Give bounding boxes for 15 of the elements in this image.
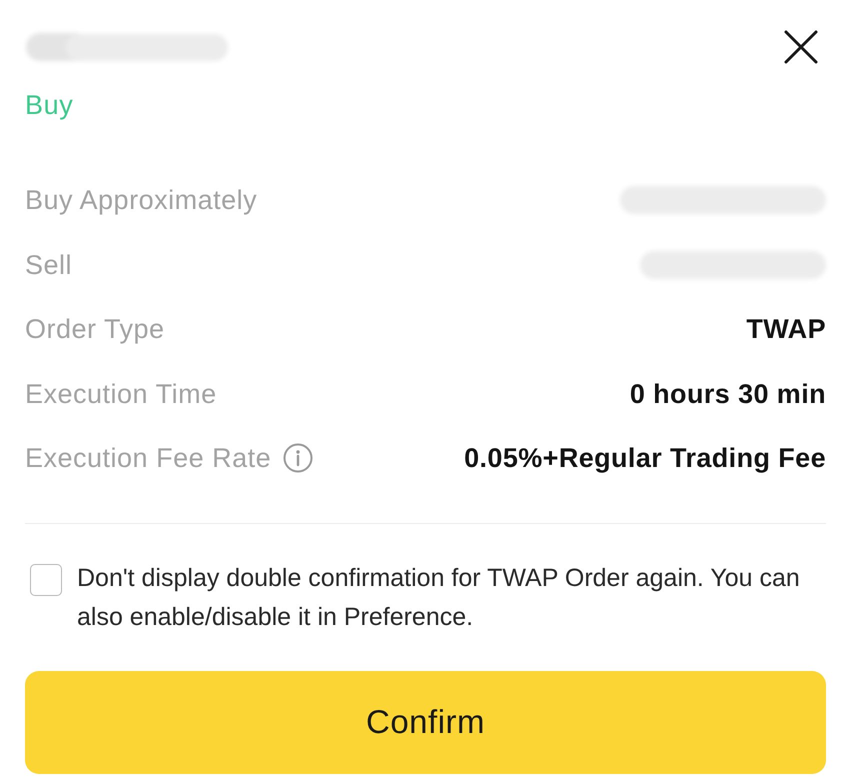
field-value: 0.05%+Regular Trading Fee <box>464 443 826 474</box>
field-label: Execution Time <box>25 378 217 409</box>
field-value: TWAP <box>746 314 826 344</box>
field-value: 0 hours 30 min <box>630 378 826 409</box>
confirm-button[interactable]: Confirm <box>25 670 826 774</box>
field-label: Execution Fee Rate <box>25 443 272 474</box>
close-button[interactable] <box>784 30 818 64</box>
field-label: Order Type <box>25 314 165 344</box>
field-label: Buy Approximately <box>25 185 258 216</box>
info-icon[interactable] <box>283 443 314 474</box>
field-label: Sell <box>25 250 72 280</box>
checkbox[interactable] <box>30 564 62 596</box>
preference-text: Don't display double confirmation for TWAP Order again. You can also enable/disable it in Preference. <box>77 562 801 632</box>
order-side-label: Buy <box>25 90 74 120</box>
close-icon <box>784 30 818 64</box>
